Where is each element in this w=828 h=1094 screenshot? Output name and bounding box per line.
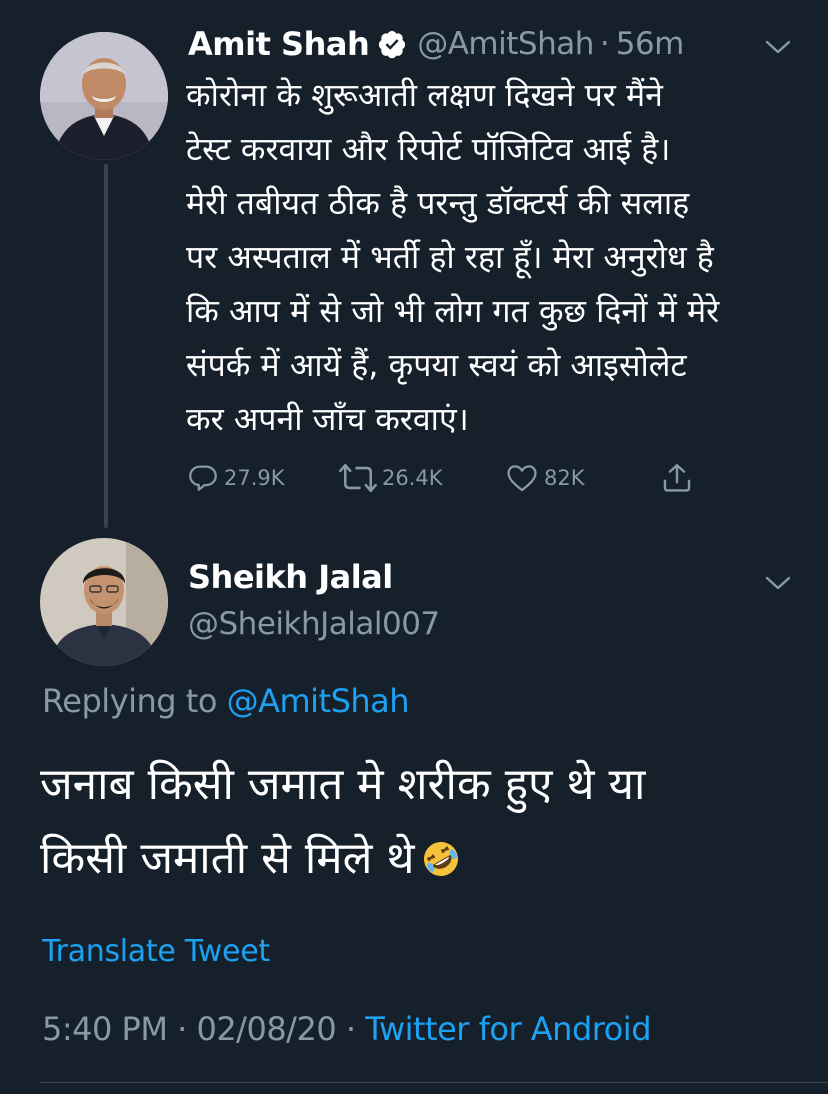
sheikh-jalal-avatar[interactable] bbox=[40, 538, 168, 666]
header-separator: · bbox=[599, 26, 610, 62]
tweet-action-bar: 27.9K 26.4K 82K bbox=[186, 458, 706, 498]
amit-shah-avatar[interactable] bbox=[40, 32, 168, 160]
verified-badge-icon bbox=[377, 29, 407, 59]
reply-source-link[interactable]: Twitter for Android bbox=[365, 1010, 651, 1048]
like-action[interactable]: 82K bbox=[504, 458, 585, 498]
translate-tweet-link[interactable]: Translate Tweet bbox=[42, 934, 270, 969]
tweet-detail-page: Amit Shah @AmitShah · 56m कोरोना के शुरू… bbox=[0, 0, 828, 1094]
share-action[interactable] bbox=[660, 458, 698, 498]
retweet-count: 26.4K bbox=[382, 466, 443, 490]
heart-icon bbox=[507, 465, 537, 492]
reply-bubble-icon bbox=[189, 465, 217, 491]
original-display-name[interactable]: Amit Shah bbox=[188, 25, 370, 63]
original-tweet-header: Amit Shah @AmitShah · 56m bbox=[188, 22, 684, 66]
replying-to-mention-link[interactable]: @AmitShah bbox=[227, 682, 410, 720]
share-upload-icon bbox=[663, 464, 691, 492]
original-timestamp[interactable]: 56m bbox=[616, 26, 685, 62]
original-tweet-text: कोरोना के शुरूआती लक्षण दिखने पर मैंने ट… bbox=[186, 76, 720, 438]
replying-to-line: Replying to @AmitShah bbox=[42, 682, 410, 720]
reply-text-content: जनाब किसी जमात मे शरीक हुए थे या किसी जम… bbox=[40, 759, 646, 884]
reply-more-chevron-down-icon[interactable] bbox=[764, 574, 792, 592]
reply-tweet-text: जनाब किसी जमात मे शरीक हुए थे या किसी जम… bbox=[40, 748, 800, 896]
reply-time: 5:40 PM bbox=[42, 1010, 168, 1048]
reply-count: 27.9K bbox=[224, 466, 285, 490]
meta-separator-1: · bbox=[177, 1010, 187, 1048]
original-more-chevron-down-icon[interactable] bbox=[764, 38, 792, 56]
reply-metadata: 5:40 PM · 02/08/20 · Twitter for Android bbox=[42, 1010, 651, 1048]
thread-connector-line bbox=[104, 164, 108, 528]
retweet-action[interactable]: 26.4K bbox=[338, 458, 443, 498]
reply-handle[interactable]: @SheikhJalal007 bbox=[188, 606, 440, 642]
like-count: 82K bbox=[544, 466, 585, 490]
replying-to-prefix: Replying to bbox=[42, 682, 217, 720]
reply-display-name[interactable]: Sheikh Jalal bbox=[188, 558, 393, 596]
bottom-divider bbox=[40, 1082, 828, 1083]
original-handle[interactable]: @AmitShah bbox=[417, 26, 594, 62]
reply-date: 02/08/20 bbox=[196, 1010, 337, 1048]
retweet-icon bbox=[339, 463, 377, 493]
reply-action[interactable]: 27.9K bbox=[186, 458, 285, 498]
meta-separator-2: · bbox=[345, 1010, 356, 1048]
rolling-on-the-floor-laughing-emoji-icon bbox=[421, 828, 461, 876]
